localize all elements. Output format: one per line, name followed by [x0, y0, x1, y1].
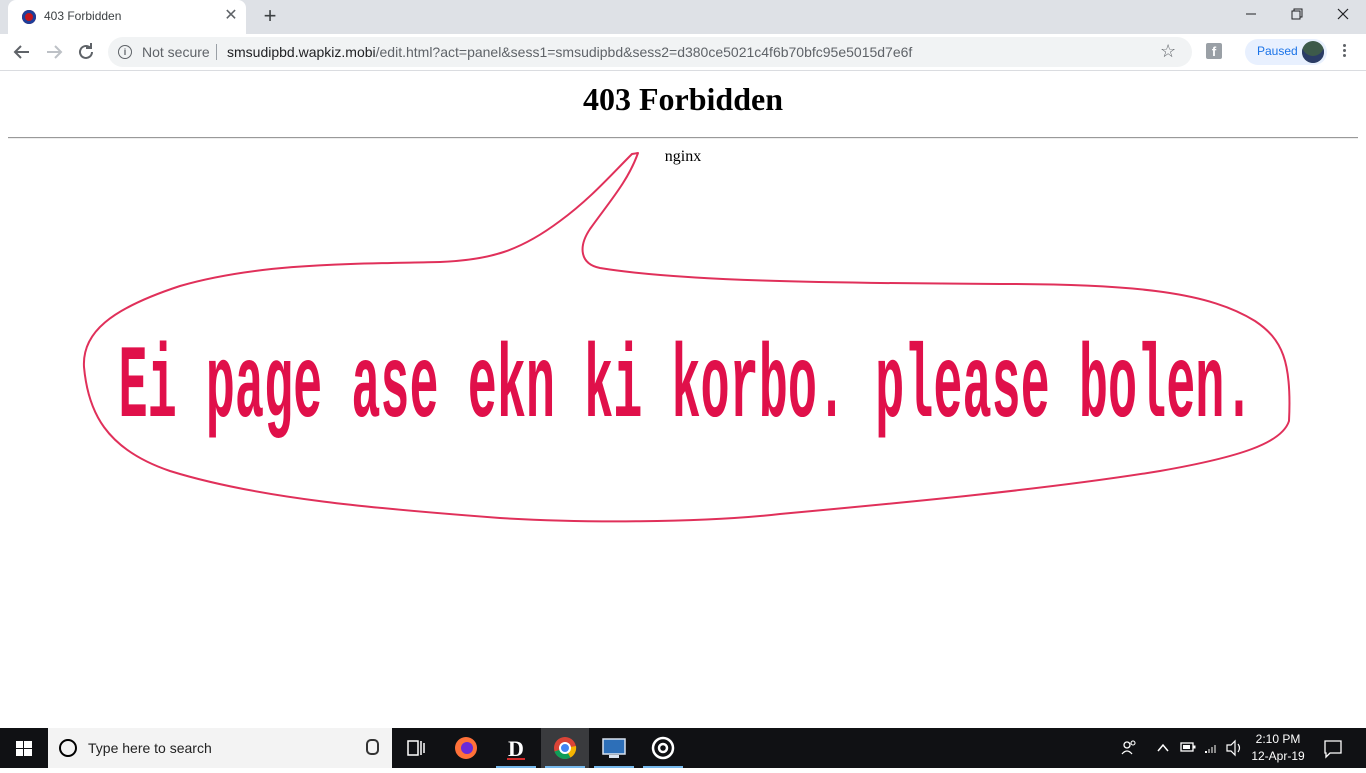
app-target[interactable]	[639, 728, 687, 768]
back-button[interactable]	[8, 38, 36, 66]
volume-button[interactable]	[1224, 728, 1244, 768]
action-center-button[interactable]	[1316, 728, 1350, 768]
svg-text:D: D	[508, 736, 524, 761]
close-tab-icon[interactable]: ✕	[222, 7, 240, 25]
battery-button[interactable]	[1178, 728, 1198, 768]
back-arrow-icon	[13, 45, 29, 59]
reload-button[interactable]	[72, 38, 100, 66]
forward-arrow-icon	[47, 45, 63, 59]
taskbar: Type here to search D 2:10 PM 12-Apr-19	[0, 728, 1366, 768]
chevron-up-icon	[1157, 743, 1169, 752]
avatar	[1302, 41, 1324, 63]
new-tab-button[interactable]: +	[258, 4, 282, 28]
security-label[interactable]: Not secure	[142, 44, 210, 60]
forward-button[interactable]	[40, 38, 68, 66]
target-icon	[651, 736, 675, 760]
tab-strip: 403 Forbidden ✕ +	[0, 0, 1366, 34]
speaker-icon	[1226, 739, 1241, 757]
menu-icon[interactable]	[1336, 42, 1352, 62]
address-bar[interactable]: i Not secure smsudipbd.wapkiz.mobi/edit.…	[108, 37, 1192, 67]
restore-button[interactable]	[1274, 0, 1320, 30]
task-view-button[interactable]	[392, 728, 440, 768]
microphone-icon[interactable]	[366, 739, 379, 755]
signal-icon	[1205, 745, 1216, 753]
restore-icon	[1291, 8, 1303, 20]
d-app-icon: D	[507, 736, 525, 761]
network-button[interactable]	[1202, 728, 1220, 768]
annotation-text: Ei page ase ekn ki korbo. please bolen.	[119, 330, 1254, 448]
computer-icon	[602, 738, 626, 758]
info-icon[interactable]: i	[118, 45, 132, 59]
minimize-button[interactable]	[1228, 0, 1274, 30]
d-app[interactable]: D	[492, 728, 540, 768]
windows-logo-icon	[16, 741, 32, 756]
clock[interactable]: 2:10 PM 12-Apr-19	[1248, 731, 1308, 765]
show-hidden-icons-button[interactable]	[1154, 728, 1172, 768]
url-host: smsudipbd.wapkiz.mobi	[227, 44, 376, 60]
battery-icon	[1180, 742, 1196, 752]
cortana-icon	[59, 739, 77, 757]
chrome-app[interactable]	[541, 728, 589, 768]
url-text[interactable]: smsudipbd.wapkiz.mobi/edit.html?act=pane…	[227, 44, 912, 60]
network-app[interactable]	[590, 728, 638, 768]
clock-date: 12-Apr-19	[1251, 749, 1305, 763]
browser-toolbar: i Not secure smsudipbd.wapkiz.mobi/edit.…	[0, 34, 1366, 71]
chrome-icon	[554, 737, 577, 760]
profile-button[interactable]: Paused	[1245, 39, 1327, 65]
tab-title: 403 Forbidden	[44, 9, 122, 23]
reload-icon	[79, 43, 93, 59]
taskbar-search[interactable]: Type here to search	[48, 728, 392, 768]
task-view-icon	[407, 740, 425, 756]
speech-bubble-annotation: Ei page ase ekn ki korbo. please bolen.	[82, 152, 1291, 523]
bookmark-star-icon[interactable]: ☆	[1160, 41, 1176, 62]
close-icon	[1337, 8, 1349, 20]
profile-status-label: Paused	[1257, 44, 1298, 58]
favicon-icon	[22, 10, 36, 24]
people-icon	[1121, 740, 1136, 755]
search-placeholder: Type here to search	[88, 740, 212, 756]
firefox-app[interactable]	[442, 728, 490, 768]
clock-time: 2:10 PM	[1255, 732, 1301, 746]
minimize-icon	[1246, 13, 1256, 15]
notification-icon	[1324, 740, 1342, 759]
page-content: 403 Forbidden nginx Ei page ase ekn ki k…	[0, 71, 1366, 728]
start-button[interactable]	[0, 728, 48, 768]
browser-tab[interactable]: 403 Forbidden ✕	[8, 0, 246, 34]
close-window-button[interactable]	[1320, 0, 1366, 30]
firefox-icon	[455, 737, 477, 759]
divider	[216, 44, 217, 60]
facebook-extension-icon[interactable]: f	[1206, 43, 1222, 59]
url-path: /edit.html?act=panel&sess1=smsudipbd&ses…	[375, 44, 913, 60]
people-button[interactable]	[1118, 728, 1140, 768]
